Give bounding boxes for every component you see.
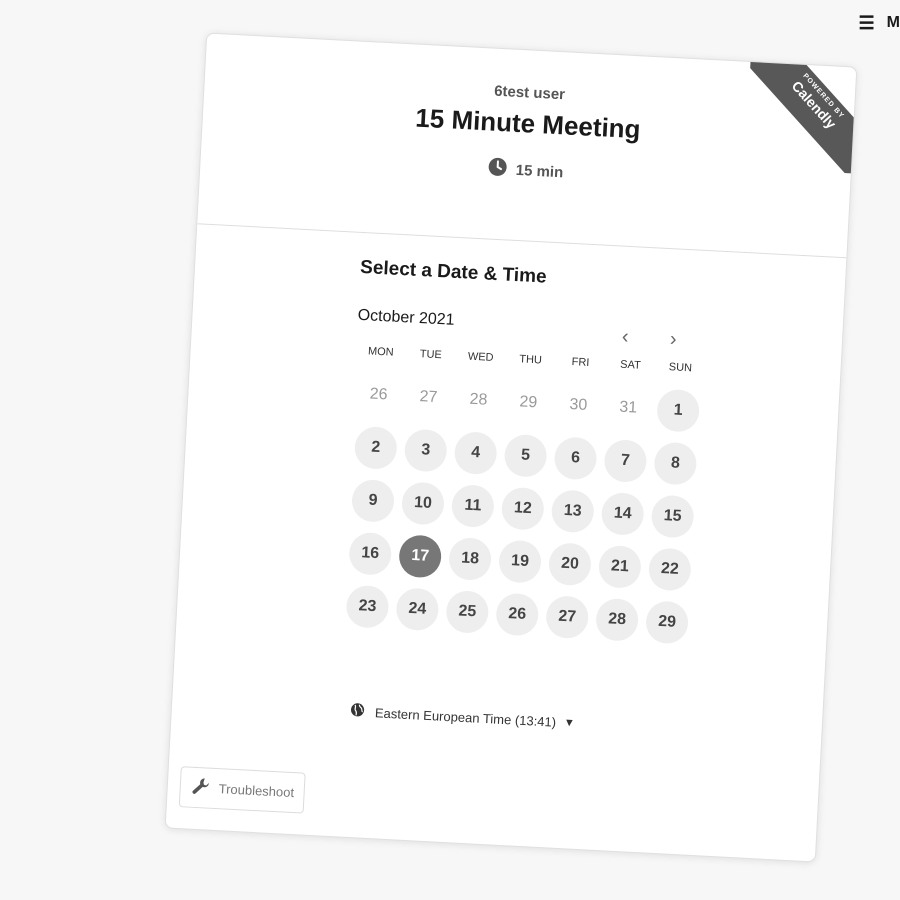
weekday-label: TUE <box>419 348 443 362</box>
day-number: 14 <box>600 491 645 536</box>
available-day[interactable]: 15 <box>646 488 699 544</box>
day-number: 27 <box>419 387 438 406</box>
available-day[interactable]: 7 <box>599 433 652 489</box>
day-number: 28 <box>469 390 488 409</box>
available-day[interactable]: 1 <box>652 382 705 438</box>
duration-label: 15 min <box>515 161 564 181</box>
month-label: October 2021 <box>357 306 455 329</box>
available-day[interactable]: 14 <box>596 486 649 542</box>
day-number: 11 <box>450 483 495 528</box>
available-day[interactable]: 23 <box>341 578 394 634</box>
day-number: 27 <box>545 594 590 639</box>
day-number: 5 <box>503 433 548 478</box>
available-day[interactable]: 28 <box>591 592 644 648</box>
wrench-icon <box>190 776 211 800</box>
day-number: 4 <box>453 430 498 475</box>
available-day[interactable]: 13 <box>546 483 599 539</box>
weekday-label: MON <box>367 345 394 359</box>
day-number: 30 <box>569 395 588 414</box>
top-menu[interactable]: ☰ M <box>859 14 900 32</box>
day-number: 16 <box>348 531 393 576</box>
caret-down-icon: ▾ <box>565 714 574 730</box>
available-day[interactable]: 12 <box>496 480 549 536</box>
day-number: 29 <box>519 392 538 411</box>
available-day[interactable]: 24 <box>391 581 444 637</box>
outside-month-day: 29 <box>502 375 555 431</box>
available-day[interactable]: 6 <box>549 430 602 486</box>
calendar-grid: 26 27 28 29 30 31 1 2 3 4 5 6 7 8 9 10 11 12 13 14 15 16 17 18 1… <box>341 367 701 649</box>
troubleshoot-button[interactable]: Troubleshoot <box>178 766 307 814</box>
available-day[interactable]: 20 <box>544 536 597 592</box>
day-number: 22 <box>647 546 692 592</box>
day-number: 8 <box>653 441 698 486</box>
outside-month-day: 28 <box>452 372 505 428</box>
day-number: 23 <box>345 584 390 629</box>
weekday-label: SUN <box>668 361 693 375</box>
day-number: 28 <box>595 597 640 642</box>
day-number: 12 <box>500 486 545 531</box>
available-day[interactable]: 18 <box>444 531 497 587</box>
available-day[interactable]: 9 <box>347 473 400 529</box>
outside-month-day: 31 <box>602 380 655 436</box>
weekday-label: WED <box>467 350 494 364</box>
available-day[interactable]: 2 <box>349 420 402 476</box>
available-day[interactable]: 11 <box>447 478 500 534</box>
day-number: 7 <box>603 438 648 483</box>
day-number: 18 <box>448 536 493 581</box>
clock-icon <box>487 156 508 181</box>
day-number: 13 <box>550 488 595 533</box>
powered-by-ribbon[interactable]: POWERED BY Calendly <box>744 58 858 174</box>
available-day[interactable]: 27 <box>541 589 594 645</box>
day-number: 3 <box>403 427 448 473</box>
date-picker-section: Select a Date & Time October 2021 ‹ › MO… <box>341 256 701 649</box>
available-day[interactable]: 29 <box>641 594 694 650</box>
day-number: 24 <box>395 586 440 631</box>
outside-month-day: 27 <box>402 369 455 425</box>
day-number: 2 <box>353 425 398 470</box>
available-day[interactable]: 8 <box>649 435 702 491</box>
available-day[interactable]: 21 <box>594 539 647 595</box>
day-number: 21 <box>597 544 642 589</box>
day-number: 25 <box>445 589 490 634</box>
weekday-label: SAT <box>619 358 642 372</box>
day-number: 19 <box>497 539 543 584</box>
timezone-selector[interactable]: Eastern European Time (13:41) ▾ <box>350 702 574 732</box>
day-number: 9 <box>350 478 396 523</box>
day-number: 1 <box>656 388 701 433</box>
day-number: 26 <box>369 385 388 403</box>
top-menu-label: M <box>886 14 900 31</box>
chevron-left-icon[interactable]: ‹ <box>621 326 629 348</box>
chevron-right-icon[interactable]: › <box>669 328 677 350</box>
section-title: Select a Date & Time <box>359 256 548 288</box>
available-day[interactable]: 3 <box>399 422 452 478</box>
day-number: 15 <box>650 493 695 539</box>
available-day[interactable]: 25 <box>441 584 494 640</box>
outside-month-day: 30 <box>552 377 605 433</box>
day-number: 20 <box>547 541 593 586</box>
available-day[interactable]: 19 <box>494 533 547 589</box>
booking-card: 6test user 15 Minute Meeting 15 min POWE… <box>164 32 858 863</box>
available-day[interactable]: 26 <box>491 586 544 642</box>
day-number: 31 <box>618 398 638 417</box>
timezone-label: Eastern European Time (13:41) <box>374 704 557 730</box>
troubleshoot-label: Troubleshoot <box>218 781 295 801</box>
available-day[interactable]: 5 <box>499 428 552 484</box>
weekday-label: FRI <box>571 356 590 369</box>
available-day[interactable]: 10 <box>397 475 450 531</box>
available-day[interactable]: 22 <box>644 541 697 597</box>
day-number: 17 <box>398 533 443 578</box>
available-day[interactable]: 4 <box>449 425 502 481</box>
available-day[interactable]: 16 <box>344 526 397 582</box>
day-number: 26 <box>495 591 540 637</box>
day-number: 10 <box>400 480 446 526</box>
selected-day[interactable]: 17 <box>394 528 447 584</box>
hamburger-icon[interactable]: ☰ <box>859 14 875 32</box>
day-number: 6 <box>553 435 598 480</box>
event-header: 6test user 15 Minute Meeting 15 min POWE… <box>197 33 858 259</box>
day-number: 29 <box>645 599 690 644</box>
globe-icon <box>350 702 366 721</box>
weekday-label: THU <box>519 353 543 367</box>
outside-month-day: 26 <box>352 367 405 423</box>
